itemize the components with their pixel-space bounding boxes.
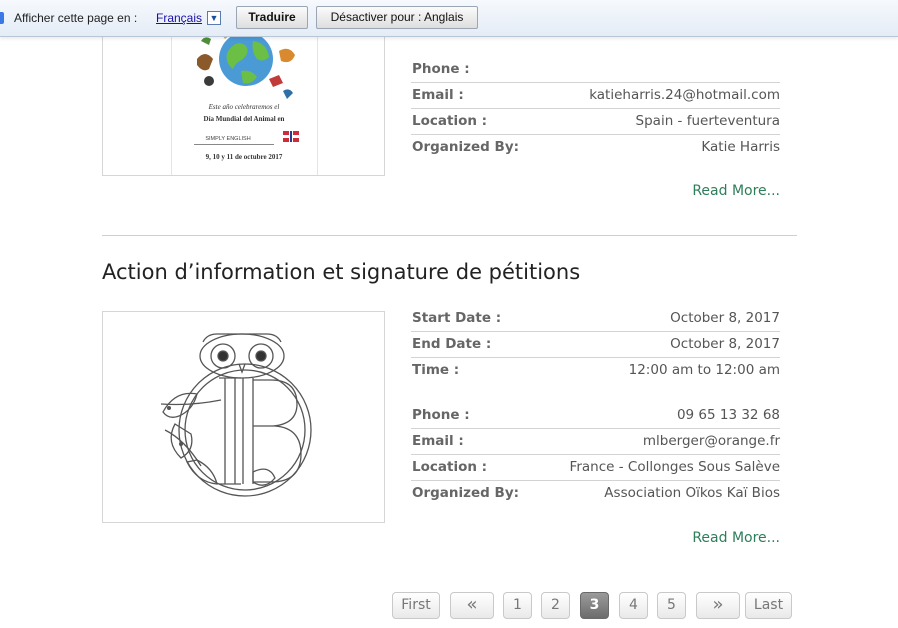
detail-label: Email : bbox=[412, 87, 464, 103]
pagination-page-4[interactable]: 4 bbox=[619, 592, 648, 619]
detail-value: Spain - fuerteventura bbox=[635, 113, 780, 129]
pagination-first[interactable]: First bbox=[392, 592, 440, 619]
detail-row-phone: Phone : bbox=[411, 57, 780, 83]
pagination-next[interactable]: » bbox=[696, 592, 740, 619]
detail-value: 09 65 13 32 68 bbox=[676, 407, 780, 423]
pagination-page-1[interactable]: 1 bbox=[503, 592, 532, 619]
detail-label: Phone : bbox=[412, 407, 470, 423]
detail-label: Organized By: bbox=[412, 485, 520, 501]
pagination-page-3-current[interactable]: 3 bbox=[580, 592, 609, 619]
detail-label: Location : bbox=[412, 113, 488, 129]
translate-icon bbox=[0, 12, 4, 24]
event-divider bbox=[102, 235, 797, 236]
poster-line-2: Día Mundial del Animal en bbox=[204, 115, 285, 123]
detail-label: Time : bbox=[412, 362, 460, 378]
detail-value: October 8, 2017 bbox=[670, 336, 780, 352]
read-more-link[interactable]: Read More... bbox=[692, 183, 780, 199]
poster-line-3: SIMPLY ENGLISH bbox=[205, 136, 250, 142]
detail-value: October 8, 2017 bbox=[670, 310, 780, 326]
detail-row-time: Time : 12:00 am to 12:00 am bbox=[411, 358, 780, 384]
event-image-owl-logo[interactable] bbox=[102, 311, 385, 523]
pagination-last[interactable]: Last bbox=[745, 592, 792, 619]
translate-bar: Afficher cette page en : Français ▼ Trad… bbox=[0, 0, 898, 37]
detail-row-phone: Phone : 09 65 13 32 68 bbox=[411, 403, 780, 429]
pagination-page-5[interactable]: 5 bbox=[657, 592, 686, 619]
detail-value: 12:00 am to 12:00 am bbox=[628, 362, 780, 378]
read-more-link[interactable]: Read More... bbox=[692, 530, 780, 546]
animal-day-poster: Este año celebraremos el Día Mundial del… bbox=[171, 13, 318, 175]
detail-row-end-date: End Date : October 8, 2017 bbox=[411, 332, 780, 358]
disable-translation-button[interactable]: Désactiver pour : Anglais bbox=[316, 6, 478, 29]
detail-label: Start Date : bbox=[412, 310, 502, 326]
detail-value: mlberger@orange.fr bbox=[642, 433, 780, 449]
detail-label: Organized By: bbox=[412, 139, 520, 155]
detail-row-email: Email : mlberger@orange.fr bbox=[411, 429, 780, 455]
language-link[interactable]: Français bbox=[156, 11, 202, 25]
detail-value: France - Collonges Sous Salève bbox=[569, 459, 780, 475]
detail-row-organizer: Organized By: Katie Harris bbox=[411, 135, 780, 161]
detail-value: Association Oïkos Kaï Bios bbox=[604, 485, 780, 501]
language-dropdown-icon[interactable]: ▼ bbox=[207, 11, 221, 25]
pagination-prev[interactable]: « bbox=[450, 592, 494, 619]
detail-value: katieharris.24@hotmail.com bbox=[589, 87, 780, 103]
poster-line-4: 9, 10 y 11 de octubre 2017 bbox=[206, 153, 283, 161]
detail-row-start-date: Start Date : October 8, 2017 bbox=[411, 306, 780, 332]
detail-row-email: Email : katieharris.24@hotmail.com bbox=[411, 83, 780, 109]
detail-value: Katie Harris bbox=[701, 139, 780, 155]
poster-line-1: Este año celebraremos el bbox=[208, 103, 280, 111]
detail-label: End Date : bbox=[412, 336, 492, 352]
translate-prompt: Afficher cette page en : bbox=[14, 11, 138, 25]
translate-button[interactable]: Traduire bbox=[236, 6, 308, 29]
detail-row-location: Location : France - Collonges Sous Salèv… bbox=[411, 455, 780, 481]
detail-row-organizer: Organized By: Association Oïkos Kaï Bios bbox=[411, 481, 780, 507]
detail-row-location: Location : Spain - fuerteventura bbox=[411, 109, 780, 135]
detail-label: Location : bbox=[412, 459, 488, 475]
owl-logo-drawing bbox=[160, 333, 312, 497]
detail-label: Phone : bbox=[412, 61, 470, 77]
pagination-page-2[interactable]: 2 bbox=[541, 592, 570, 619]
event-title[interactable]: Action d’information et signature de pét… bbox=[102, 260, 580, 284]
detail-label: Email : bbox=[412, 433, 464, 449]
